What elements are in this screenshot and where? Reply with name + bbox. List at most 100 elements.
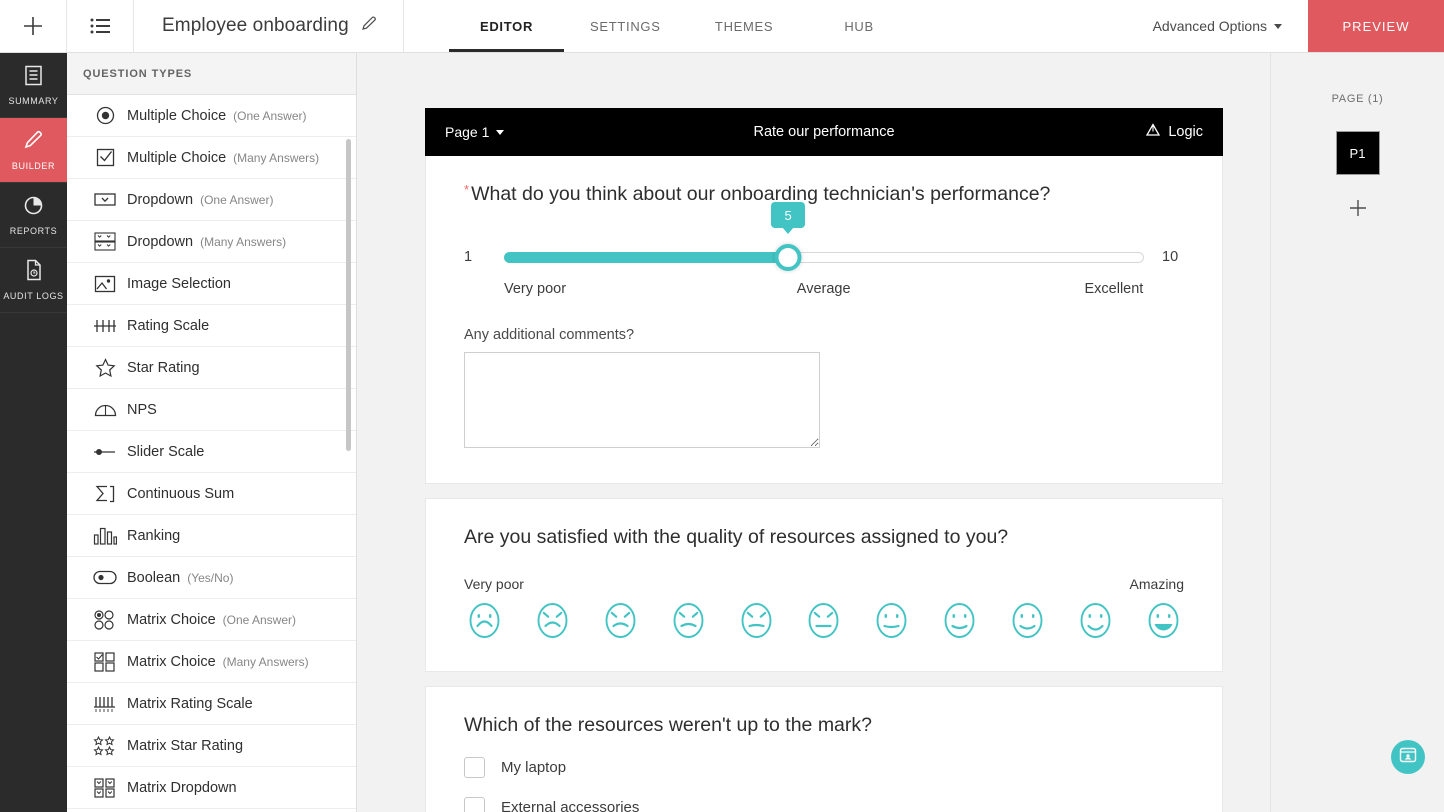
question-type-name: Rating Scale [127, 318, 209, 334]
add-page-button[interactable] [1347, 197, 1369, 223]
question-type-matrix-rating-scale[interactable]: Matrix Rating Scale [67, 683, 356, 725]
slider-min-label: 1 [464, 249, 486, 265]
question-type-matrix-choice-many[interactable]: Matrix Choice (Many Answers) [67, 641, 356, 683]
question-type-name: Boolean [127, 570, 180, 586]
floating-preview-card-button[interactable] [1391, 740, 1425, 774]
logic-button[interactable]: Logic [1145, 123, 1203, 141]
sidebar-item-audit-logs[interactable]: AUDIT LOGS [0, 248, 67, 313]
main-tabs: EDITOR SETTINGS THEMES HUB [449, 0, 917, 52]
smiley-face-option[interactable] [1143, 600, 1184, 641]
question-type-dropdown-one[interactable]: Dropdown (One Answer) [67, 179, 356, 221]
smiley-face-option[interactable] [464, 600, 505, 641]
slider-value-bubble: 5 [771, 202, 805, 228]
smiley-face-option[interactable] [939, 600, 980, 641]
question-type-sub: (Yes/No) [187, 571, 233, 585]
slider-max-label: 10 [1162, 249, 1184, 265]
question-type-image-selection[interactable]: Image Selection [67, 263, 356, 305]
question-type-matrix-dropdown[interactable]: Matrix Dropdown [67, 767, 356, 809]
rating-scale-icon [83, 318, 127, 334]
question-type-multiple-choice-one[interactable]: Multiple Choice (One Answer) [67, 95, 356, 137]
smiley-face-option[interactable] [1007, 600, 1048, 641]
smiley-scale-row [464, 600, 1184, 641]
sidebar-item-label: SUMMARY [8, 96, 58, 106]
checkbox-icon[interactable] [464, 757, 485, 778]
page-thumbnail-p1[interactable]: P1 [1336, 131, 1380, 175]
slider-label-high: Excellent [930, 281, 1143, 297]
matrix-dropdown-icon [83, 778, 127, 798]
checkbox-icon[interactable] [464, 797, 485, 812]
checkbox-option-row[interactable]: External accessories [464, 797, 1184, 812]
question-type-matrix-star-rating[interactable]: Matrix Star Rating [67, 725, 356, 767]
survey-header-title: Rate our performance [425, 124, 1223, 140]
list-icon [90, 18, 110, 34]
tab-hub[interactable]: HUB [802, 0, 917, 52]
star-icon [83, 358, 127, 378]
smiley-face-option[interactable] [1075, 600, 1116, 641]
sidebar-item-builder[interactable]: BUILDER [0, 118, 67, 183]
survey-canvas: Page 1 Rate our performance Logic *What … [357, 53, 1270, 812]
survey-page-header: Page 1 Rate our performance Logic [425, 108, 1223, 156]
question-types-header: QUESTION TYPES [67, 53, 356, 95]
preview-button[interactable]: PREVIEW [1308, 0, 1444, 52]
gauge-icon [83, 402, 127, 417]
sidebar-item-summary[interactable]: SUMMARY [0, 53, 67, 118]
question-card-2[interactable]: Are you satisfied with the quality of re… [425, 498, 1223, 671]
question-type-rating-scale[interactable]: Rating Scale [67, 305, 356, 347]
tab-editor[interactable]: EDITOR [449, 0, 564, 52]
question-type-name: NPS [127, 402, 157, 418]
tab-settings[interactable]: SETTINGS [564, 0, 687, 52]
chevron-down-icon [1274, 24, 1282, 29]
toggle-icon [83, 570, 127, 585]
question-type-name: Dropdown [127, 234, 193, 250]
question-card-1[interactable]: *What do you think about our onboarding … [425, 156, 1223, 484]
pie-chart-icon [23, 195, 44, 221]
question-types-scrollbar[interactable] [346, 139, 351, 451]
smiley-face-option[interactable] [871, 600, 912, 641]
matrix-checkbox-icon [83, 652, 127, 672]
slider-icon [83, 446, 127, 458]
question-card-3[interactable]: Which of the resources weren't up to the… [425, 686, 1223, 812]
question-type-star-rating[interactable]: Star Rating [67, 347, 356, 389]
card-window-icon [1399, 746, 1417, 769]
smiley-face-option[interactable] [803, 600, 844, 641]
smiley-face-option[interactable] [532, 600, 573, 641]
question-type-name: Matrix Star Rating [127, 738, 243, 754]
document-lines-icon [24, 65, 43, 91]
question-type-boolean[interactable]: Boolean (Yes/No) [67, 557, 356, 599]
comment-label: Any additional comments? [464, 327, 1184, 343]
checkbox-option-label: My laptop [501, 759, 566, 776]
question-type-name: Matrix Choice [127, 654, 216, 670]
logic-label: Logic [1168, 124, 1203, 140]
sigma-icon [83, 485, 127, 503]
question-type-matrix-choice-one[interactable]: Matrix Choice (One Answer) [67, 599, 356, 641]
pages-panel: PAGE (1) P1 [1270, 53, 1444, 812]
comment-textarea[interactable] [464, 352, 820, 448]
smiley-face-option[interactable] [668, 600, 709, 641]
question-type-slider-scale[interactable]: Slider Scale [67, 431, 356, 473]
advanced-options-dropdown[interactable]: Advanced Options [1127, 0, 1308, 52]
radio-button-icon [83, 106, 127, 125]
question-type-multiple-choice-many[interactable]: Multiple Choice (Many Answers) [67, 137, 356, 179]
smiley-face-option[interactable] [600, 600, 641, 641]
question-type-nps[interactable]: NPS [67, 389, 356, 431]
sidebar-item-label: REPORTS [10, 226, 58, 236]
pencil-icon [23, 129, 44, 156]
question-type-dropdown-many[interactable]: Dropdown (Many Answers) [67, 221, 356, 263]
page-selector[interactable]: Page 1 [445, 124, 504, 140]
smiley-face-option[interactable] [736, 600, 777, 641]
pencil-icon[interactable] [361, 15, 378, 37]
slider-track-box[interactable]: 5 [504, 249, 1144, 265]
question-type-name: Star Rating [127, 360, 200, 376]
question-type-name: Ranking [127, 528, 180, 544]
file-clock-icon [24, 259, 43, 286]
slider-thumb[interactable] [775, 244, 802, 271]
smiley-left-label: Very poor [464, 576, 524, 592]
left-rail: SUMMARY BUILDER REPORTS AUDIT LOGS [0, 53, 67, 812]
add-survey-button[interactable] [0, 0, 67, 52]
sidebar-item-reports[interactable]: REPORTS [0, 183, 67, 248]
question-type-continuous-sum[interactable]: Continuous Sum [67, 473, 356, 515]
tab-themes[interactable]: THEMES [687, 0, 802, 52]
question-type-ranking[interactable]: Ranking [67, 515, 356, 557]
checkbox-option-row[interactable]: My laptop [464, 757, 1184, 778]
survey-list-button[interactable] [67, 0, 134, 52]
